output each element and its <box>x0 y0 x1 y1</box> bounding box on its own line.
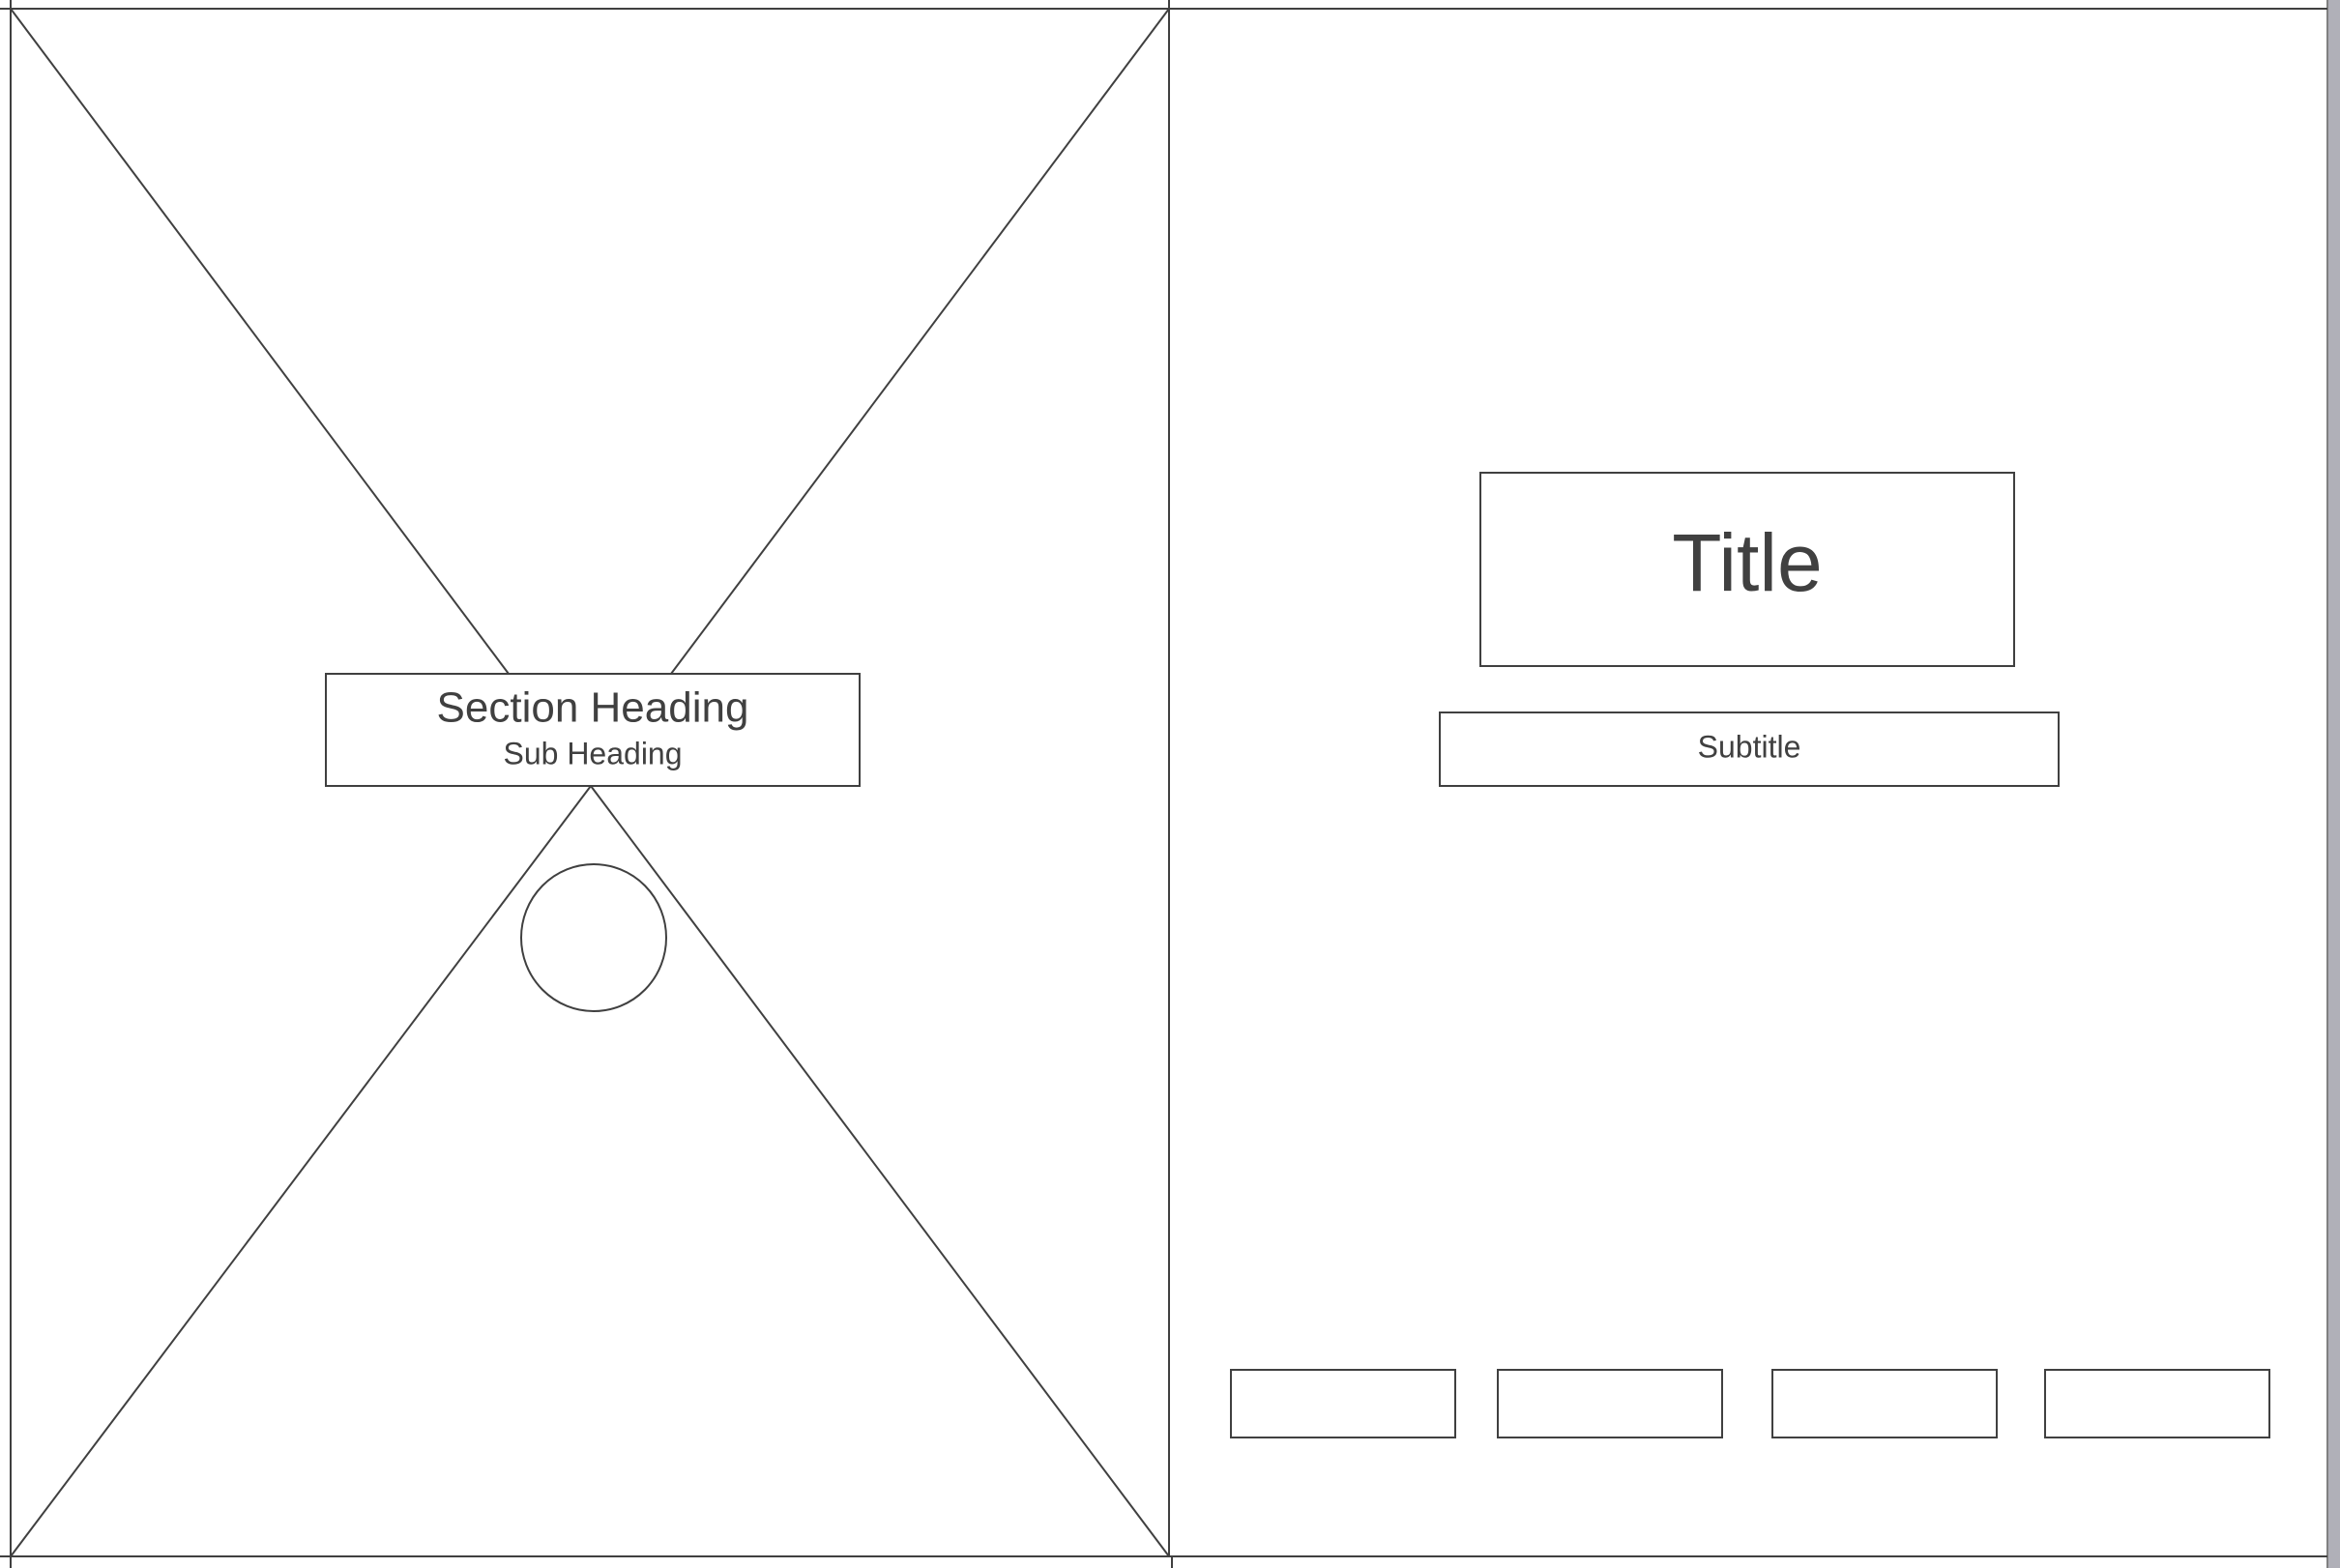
subtitle-text: Subtitle <box>1698 729 1801 764</box>
diagonal-bottom-left <box>10 785 592 1557</box>
diagonal-top-left <box>10 8 510 675</box>
button-3[interactable] <box>1771 1369 1998 1438</box>
title-box: Title <box>1479 472 2015 667</box>
subtitle-box: Subtitle <box>1439 711 2060 787</box>
circle-placeholder <box>520 863 667 1012</box>
diagonal-bottom-right <box>590 785 1170 1557</box>
diagonal-top-right <box>670 8 1170 675</box>
wireframe-canvas: Section Heading Sub Heading Title Subtit… <box>0 0 2340 1568</box>
section-heading-box: Section Heading Sub Heading <box>325 673 861 787</box>
section-heading: Section Heading <box>437 684 749 732</box>
button-2[interactable] <box>1497 1369 1723 1438</box>
button-4[interactable] <box>2044 1369 2270 1438</box>
title-text: Title <box>1672 517 1823 608</box>
sub-heading: Sub Heading <box>503 736 682 770</box>
button-1[interactable] <box>1230 1369 1456 1438</box>
page-edge <box>2327 0 2340 1568</box>
